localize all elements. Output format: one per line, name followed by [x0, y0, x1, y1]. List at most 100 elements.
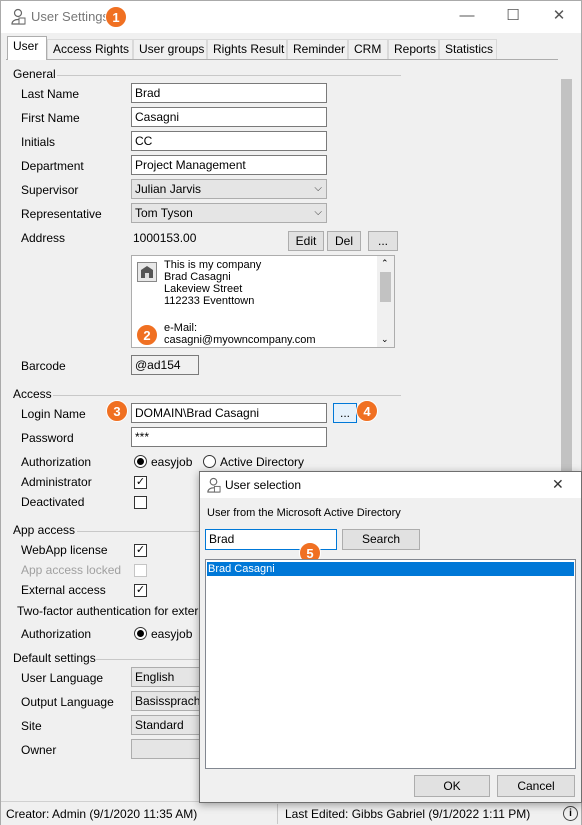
- tab-reports[interactable]: Reports: [388, 39, 439, 59]
- delete-address-button[interactable]: Del: [327, 231, 361, 251]
- deactivated-label: Deactivated: [21, 495, 85, 509]
- scrollbar-thumb[interactable]: [380, 272, 391, 302]
- dialog-close-button[interactable]: ✕: [552, 476, 564, 493]
- department-field[interactable]: Project Management: [131, 155, 327, 175]
- representative-value: Tom Tyson: [135, 206, 193, 220]
- site-label: Site: [21, 719, 42, 733]
- user-language-value: English: [135, 670, 175, 684]
- chevron-down-icon: ⌵: [314, 207, 322, 218]
- address-preview[interactable]: This is my company Brad Casagni Lakeview…: [131, 255, 395, 348]
- auth-ad-label: Active Directory: [220, 455, 305, 469]
- scroll-down-icon[interactable]: ⌄: [381, 334, 389, 345]
- login-name-field[interactable]: DOMAIN\Brad Casagni: [131, 403, 327, 423]
- address-line: This is my company: [164, 259, 262, 271]
- tab-rights-result[interactable]: Rights Result: [207, 39, 287, 59]
- supervisor-value: Julian Jarvis: [135, 182, 202, 196]
- status-bar: Creator: Admin (9/1/2020 11:35 AM) Last …: [1, 801, 581, 825]
- info-icon[interactable]: i: [563, 806, 578, 821]
- output-language-dropdown[interactable]: Basissprache: [131, 691, 203, 711]
- maximize-button[interactable]: ☐: [490, 1, 536, 31]
- section-access: Access: [13, 387, 52, 401]
- user-language-label: User Language: [21, 671, 104, 685]
- barcode-field[interactable]: @ad154: [131, 355, 199, 375]
- last-name-field[interactable]: Brad: [131, 83, 327, 103]
- dialog-cancel-button[interactable]: Cancel: [497, 775, 575, 797]
- initials-field[interactable]: CC: [131, 131, 327, 151]
- section-divider: [77, 531, 201, 532]
- auth-easyjob-label: easyjob: [151, 455, 193, 469]
- owner-dropdown[interactable]: [131, 739, 203, 759]
- callout-badge-3: 3: [106, 400, 128, 422]
- address-more-button[interactable]: ...: [368, 231, 398, 251]
- address-line: casagni@myowncompany.com: [164, 334, 316, 346]
- tab-reminder[interactable]: Reminder: [287, 39, 348, 59]
- dialog-description: User from the Microsoft Active Directory: [207, 507, 401, 519]
- administrator-label: Administrator: [21, 475, 92, 489]
- site-dropdown[interactable]: Standard: [131, 715, 203, 735]
- creator-text: Creator: Admin (9/1/2020 11:35 AM): [6, 807, 198, 821]
- deactivated-checkbox[interactable]: [134, 496, 147, 509]
- user-language-dropdown[interactable]: English: [131, 667, 203, 687]
- auth-easyjob-radio[interactable]: [134, 455, 147, 468]
- site-value: Standard: [135, 718, 184, 732]
- scrollbar-thumb[interactable]: [561, 79, 572, 519]
- callout-badge-1: 1: [105, 6, 127, 28]
- address-line: Lakeview Street: [164, 283, 243, 295]
- dialog-search-button[interactable]: Search: [342, 529, 420, 550]
- password-field[interactable]: ***: [131, 427, 327, 447]
- address-scrollbar[interactable]: ⌃ ⌄: [377, 256, 394, 347]
- administrator-checkbox[interactable]: ✓: [134, 476, 147, 489]
- section-default-settings: Default settings: [13, 651, 96, 665]
- first-name-label: First Name: [21, 111, 80, 125]
- dialog-results-list[interactable]: Brad Casagni: [205, 559, 576, 769]
- address-line: 112233 Eventtown: [164, 295, 255, 307]
- department-label: Department: [21, 159, 84, 173]
- list-item[interactable]: Brad Casagni: [207, 562, 574, 576]
- chevron-down-icon: ⌵: [314, 183, 322, 194]
- app-auth-easyjob-radio[interactable]: [134, 627, 147, 640]
- webapp-license-checkbox[interactable]: ✓: [134, 544, 147, 557]
- window-title: User Settings: [31, 9, 110, 24]
- tab-statistics[interactable]: Statistics: [439, 39, 497, 59]
- section-divider: [57, 75, 401, 76]
- section-divider: [53, 395, 401, 396]
- status-divider: [277, 804, 278, 824]
- address-label: Address: [21, 231, 66, 245]
- address-line: e-Mail:: [164, 322, 198, 334]
- external-access-label: External access: [21, 583, 106, 597]
- title-bar: User Settings 1 — ☐ ✕: [1, 1, 581, 33]
- app-authorization-label: Authorization: [21, 627, 92, 641]
- output-language-value: Basissprache: [135, 694, 203, 708]
- first-name-field[interactable]: Casagni: [131, 107, 327, 127]
- app-access-locked-label: App access locked: [21, 563, 122, 577]
- representative-label: Representative: [21, 207, 102, 221]
- scroll-up-icon[interactable]: ⌃: [381, 258, 389, 269]
- tab-user[interactable]: User: [7, 36, 47, 60]
- tab-access-rights[interactable]: Access Rights: [47, 39, 133, 59]
- external-access-checkbox[interactable]: ✓: [134, 584, 147, 597]
- dialog-ok-button[interactable]: OK: [414, 775, 490, 797]
- representative-dropdown[interactable]: Tom Tyson ⌵: [131, 203, 327, 223]
- initials-label: Initials: [21, 135, 56, 149]
- last-name-label: Last Name: [21, 87, 80, 101]
- dialog-user-icon: [206, 477, 221, 493]
- supervisor-dropdown[interactable]: Julian Jarvis ⌵: [131, 179, 327, 199]
- tab-user-groups[interactable]: User groups: [133, 39, 207, 59]
- last-edited-text: Last Edited: Gibbs Gabriel (9/1/2022 1:1…: [285, 807, 531, 821]
- address-number: 1000153.00: [133, 231, 197, 245]
- login-name-label: Login Name: [21, 407, 86, 421]
- address-line: Brad Casagni: [164, 271, 231, 283]
- output-language-label: Output Language: [21, 695, 114, 709]
- auth-ad-radio[interactable]: [203, 455, 216, 468]
- password-label: Password: [21, 431, 74, 445]
- close-button[interactable]: ✕: [536, 1, 582, 31]
- supervisor-label: Supervisor: [21, 183, 79, 197]
- minimize-button[interactable]: —: [444, 1, 490, 31]
- login-lookup-button[interactable]: ...: [333, 403, 357, 423]
- tab-crm[interactable]: CRM: [348, 39, 388, 59]
- edit-address-button[interactable]: Edit: [288, 231, 324, 251]
- webapp-license-label: WebApp license: [21, 543, 108, 557]
- two-factor-label: Two-factor authentication for external: [17, 604, 215, 618]
- section-divider: [95, 659, 201, 660]
- app-user-icon: [10, 8, 26, 25]
